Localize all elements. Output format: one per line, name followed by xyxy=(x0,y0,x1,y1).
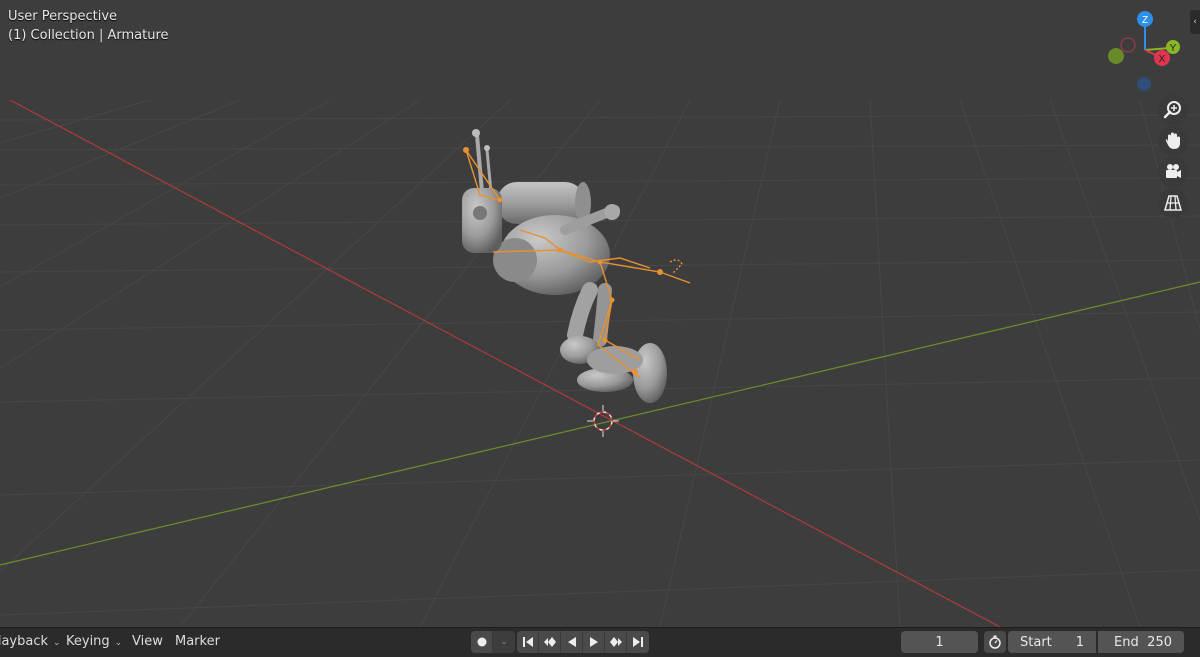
view-name-label: User Perspective xyxy=(8,9,118,24)
neg-z-handle xyxy=(1137,77,1151,91)
3d-viewport[interactable]: User Perspective (1) Collection | Armatu… xyxy=(0,0,1200,627)
jump-start-icon xyxy=(522,637,533,647)
end-frame-label: End xyxy=(1114,634,1139,650)
context-label: (1) Collection | Armature xyxy=(8,28,169,43)
playback-menu[interactable]: Playback ⌄ xyxy=(0,634,61,649)
chevron-down-icon: ⌄ xyxy=(500,637,508,647)
use-preview-range-toggle[interactable] xyxy=(984,631,1006,653)
navigation-gizmo[interactable]: Z Y X xyxy=(1100,0,1200,100)
neg-y-handle xyxy=(1108,48,1124,64)
neg-x-handle xyxy=(1120,37,1136,53)
hand-pan-icon xyxy=(1165,132,1180,149)
grid-ortho-icon xyxy=(1164,195,1182,211)
x-axis-label: X xyxy=(1159,54,1166,65)
end-frame-value: 250 xyxy=(1147,634,1172,650)
ortho-toggle-button[interactable] xyxy=(1158,188,1188,218)
stopwatch-icon xyxy=(989,635,1001,649)
play-icon xyxy=(589,637,598,647)
play-button[interactable] xyxy=(583,631,605,653)
play-reverse-icon xyxy=(567,637,576,647)
view-menu[interactable]: View xyxy=(132,634,163,649)
zoom-icon xyxy=(1163,101,1181,119)
prev-keyframe-icon xyxy=(543,637,556,647)
camera-view-button[interactable] xyxy=(1158,157,1188,187)
marker-menu[interactable]: Marker xyxy=(175,634,220,649)
jump-to-keyframe-prev-button[interactable] xyxy=(539,631,561,653)
jump-end-icon xyxy=(633,637,643,647)
x-axis-line xyxy=(9,99,1001,627)
camera-icon xyxy=(1166,164,1181,178)
chevron-down-icon: ⌄ xyxy=(114,638,123,648)
next-keyframe-icon xyxy=(609,637,622,647)
end-frame-field[interactable]: End 250 xyxy=(1098,631,1184,653)
z-axis-label: Z xyxy=(1142,15,1148,26)
playback-menu-label: Playback xyxy=(0,634,49,649)
auto-keying-button[interactable] xyxy=(471,631,493,653)
current-frame-value: 1 xyxy=(935,634,944,650)
keying-menu-label: Keying xyxy=(66,634,110,649)
keying-menu[interactable]: Keying ⌄ xyxy=(66,634,122,649)
play-reverse-button[interactable] xyxy=(561,631,583,653)
scene-canvas[interactable] xyxy=(0,0,1200,627)
jump-to-start-button[interactable] xyxy=(517,631,539,653)
chevron-left-icon: ‹ xyxy=(1193,17,1197,27)
current-frame-field[interactable]: 1 xyxy=(901,631,978,653)
pan-button[interactable] xyxy=(1158,126,1188,156)
timeline-header: Playback ⌄ Keying ⌄ View Marker ⌄ 1 xyxy=(0,627,1200,657)
playback-controls xyxy=(517,631,649,653)
y-axis-label: Y xyxy=(1170,43,1177,54)
start-frame-field[interactable]: Start 1 xyxy=(1008,631,1096,653)
keying-options-dropdown[interactable]: ⌄ xyxy=(493,631,515,653)
chevron-down-icon: ⌄ xyxy=(53,638,61,648)
jump-to-end-button[interactable] xyxy=(627,631,649,653)
auto-keying-group: ⌄ xyxy=(471,631,515,653)
sidebar-toggle-tab[interactable]: ‹ xyxy=(1190,10,1200,34)
zoom-button[interactable] xyxy=(1158,95,1188,125)
start-frame-value: 1 xyxy=(1075,634,1084,650)
record-icon xyxy=(477,637,486,647)
start-frame-label: Start xyxy=(1020,634,1052,650)
jump-to-keyframe-next-button[interactable] xyxy=(605,631,627,653)
